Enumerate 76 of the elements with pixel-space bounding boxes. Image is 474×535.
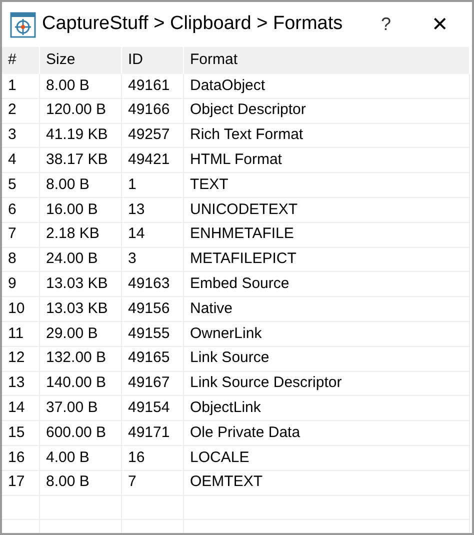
table-cell: Rich Text Format [184, 124, 470, 148]
column-header[interactable]: ID [122, 47, 184, 74]
column-header[interactable]: Format [184, 47, 470, 74]
table-cell: 3 [2, 124, 40, 148]
table-cell: 4 [2, 148, 40, 172]
table-cell: 8.00 B [40, 74, 122, 98]
table-cell: 600.00 B [40, 421, 122, 445]
table-cell: 14 [122, 222, 184, 247]
table-cell: 49421 [122, 148, 184, 172]
table-cell: 15 [2, 421, 40, 445]
table-cell: 2.18 KB [40, 222, 122, 247]
table-cell: OwnerLink [184, 322, 470, 346]
table-cell: 38.17 KB [40, 148, 122, 172]
table-cell: 13 [122, 198, 184, 222]
column-header[interactable]: # [2, 47, 40, 74]
close-button[interactable]: ✕ [420, 8, 460, 40]
table-cell: 4.00 B [40, 446, 122, 470]
table-cell: 16 [2, 446, 40, 470]
table-cell: 8.00 B [40, 173, 122, 197]
table-cell: 41.19 KB [40, 124, 122, 148]
table-cell: 140.00 B [40, 372, 122, 396]
window-title: CaptureStuff > Clipboard > Formats [42, 12, 343, 36]
table-cell: Link Source Descriptor [184, 372, 470, 396]
table-cell: 49166 [122, 98, 184, 123]
table-cell: ObjectLink [184, 396, 470, 420]
table-cell: 13.03 KB [40, 272, 122, 296]
table-cell: 9 [2, 272, 40, 296]
table-cell: UNICODETEXT [184, 198, 470, 222]
column-header[interactable]: Size [40, 47, 122, 74]
table-cell: TEXT [184, 173, 470, 197]
table-cell: 49257 [122, 124, 184, 148]
table-cell: 17 [2, 470, 40, 495]
table-cell: Link Source [184, 346, 470, 371]
table-cell: 37.00 B [40, 396, 122, 420]
table-cell: 6 [2, 198, 40, 222]
table-cell: OEMTEXT [184, 470, 470, 495]
table-cell: 7 [122, 470, 184, 495]
table-cell: 5 [2, 173, 40, 197]
table-cell: 49154 [122, 396, 184, 420]
table-cell: 49161 [122, 74, 184, 98]
table-cell: 13.03 KB [40, 297, 122, 321]
table-cell: ENHMETAFILE [184, 222, 470, 247]
table-cell: 16.00 B [40, 198, 122, 222]
table-cell: 2 [2, 98, 40, 123]
table-cell: 11 [2, 322, 40, 346]
table-cell: 49167 [122, 372, 184, 396]
table-cell: Ole Private Data [184, 421, 470, 445]
table-cell: 1 [122, 173, 184, 197]
table-cell: 14 [2, 396, 40, 420]
table-cell: 13 [2, 372, 40, 396]
table-cell: 3 [122, 248, 184, 272]
table-cell: HTML Format [184, 148, 470, 172]
table-cell: 132.00 B [40, 346, 122, 371]
table-cell: METAFILEPICT [184, 248, 470, 272]
app-icon [10, 12, 36, 38]
table-cell: 7 [2, 222, 40, 247]
table-cell: 10 [2, 297, 40, 321]
table-cell: 49163 [122, 272, 184, 296]
table-cell: Native [184, 297, 470, 321]
table-cell: Object Descriptor [184, 98, 470, 123]
table-cell: DataObject [184, 74, 470, 98]
table-cell: LOCALE [184, 446, 470, 470]
table-cell: 8 [2, 248, 40, 272]
table-cell: 49171 [122, 421, 184, 445]
table-cell: 1 [2, 74, 40, 98]
table-cell: Embed Source [184, 272, 470, 296]
help-button[interactable]: ? [366, 8, 406, 40]
table-cell: 120.00 B [40, 98, 122, 123]
table-cell: 49156 [122, 297, 184, 321]
table-cell: 49165 [122, 346, 184, 371]
table-cell: 24.00 B [40, 248, 122, 272]
table-cell: 8.00 B [40, 470, 122, 495]
table-cell: 12 [2, 346, 40, 371]
table-cell: 16 [122, 446, 184, 470]
table-cell: 49155 [122, 322, 184, 346]
table-cell: 29.00 B [40, 322, 122, 346]
